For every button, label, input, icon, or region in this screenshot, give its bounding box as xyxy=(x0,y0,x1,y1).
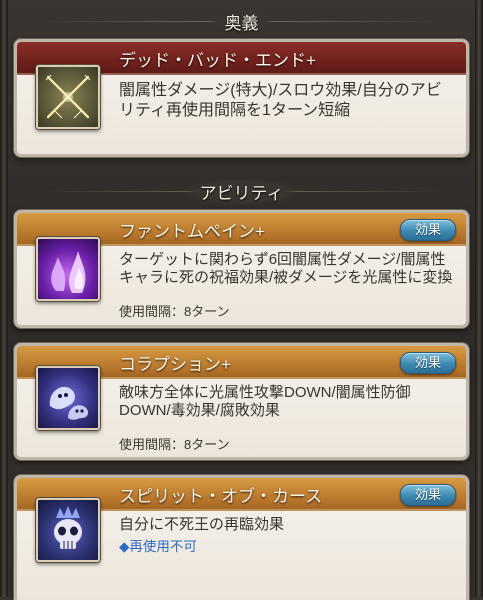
crossed-swords-icon xyxy=(36,65,100,129)
frame-left-edge xyxy=(0,0,8,597)
ougi-name: デッド・バッド・エンド+ xyxy=(119,51,316,70)
ability-1-description: ターゲットに関わらず6回闇属性ダメージ/闇属性キャラに死の祝福効果/被ダメージを… xyxy=(119,251,453,286)
ability-1-effect-button[interactable]: 効果 xyxy=(400,219,456,241)
ability-section-header: アビリティ xyxy=(0,174,483,208)
ability-2-name: コラプション+ xyxy=(119,355,231,374)
skull-crown-icon xyxy=(36,498,100,562)
ghost-icon xyxy=(36,366,100,430)
ability-3-description: 自分に不死王の再臨効果 xyxy=(119,516,285,533)
ability-1-name: ファントムペイン+ xyxy=(119,222,265,241)
ability-3-effect-button[interactable]: 効果 xyxy=(400,484,456,506)
ougi-section-title: 奥義 xyxy=(210,8,273,34)
ability-card-2[interactable]: コラプション+ 効果 敵味方全体に光属性攻撃DOWN/闇属性防御DOWN/毒効果… xyxy=(14,343,469,460)
ability-2-effect-button[interactable]: 効果 xyxy=(400,352,456,374)
ability-3-status: ◆再使用不可 xyxy=(119,539,197,554)
ability-1-cooldown: 使用間隔：8ターン xyxy=(119,304,230,319)
ability-card-3[interactable]: スピリット・オブ・カース 効果 自分に不死王の再臨効果 ◆再使用不可 xyxy=(14,475,469,600)
ability-section-title: アビリティ xyxy=(185,178,298,204)
ougi-card[interactable]: デッド・バッド・エンド+ 闇属性ダメージ(特大)/スロウ効果/自分のアビリティ再… xyxy=(14,39,469,157)
ability-3-name: スピリット・オブ・カース xyxy=(119,487,323,506)
frame-right-edge xyxy=(475,0,483,597)
ougi-description: 闇属性ダメージ(特大)/スロウ効果/自分のアビリティ再使用間隔を1ターン短縮 xyxy=(119,82,442,119)
ability-2-description: 敵味方全体に光属性攻撃DOWN/闇属性防御DOWN/毒効果/腐敗効果 xyxy=(119,384,411,419)
purple-flame-icon xyxy=(36,237,100,301)
ability-card-1[interactable]: ファントムペイン+ 効果 ターゲットに関わらず6回闇属性ダメージ/闇属性キャラに… xyxy=(14,210,469,328)
ability-2-cooldown: 使用間隔：8ターン xyxy=(119,437,230,452)
ougi-section-header: 奥義 xyxy=(0,4,483,38)
